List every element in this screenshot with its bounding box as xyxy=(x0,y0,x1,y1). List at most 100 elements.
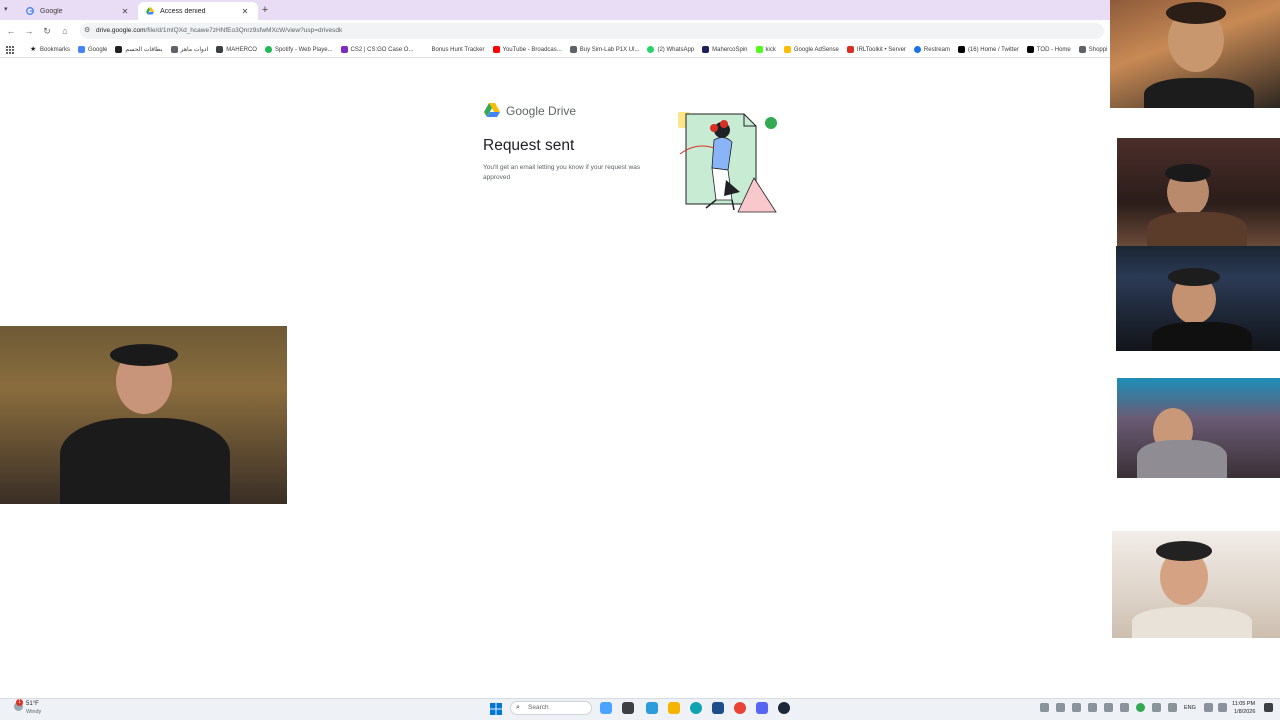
bookmark-item[interactable]: Google xyxy=(78,46,107,53)
kick-icon xyxy=(755,46,763,53)
volume-icon[interactable] xyxy=(1218,703,1227,712)
adsense-icon xyxy=(783,46,791,53)
notifications-icon[interactable] xyxy=(1264,703,1273,712)
google-drive-brand: Google Drive xyxy=(506,104,577,118)
back-arrow-icon[interactable]: ← xyxy=(4,24,18,38)
bookmark-item[interactable]: kick xyxy=(755,46,776,53)
bookmark-item[interactable]: Bonus Hunt Tracker xyxy=(421,46,485,53)
tray-app-icon[interactable] xyxy=(1040,703,1049,712)
clock-date[interactable]: 1/8/2026 xyxy=(1234,709,1255,715)
url-host: drive.google.com xyxy=(96,27,146,34)
bookmark-item[interactable]: YouTube - Broadcas... xyxy=(492,46,562,53)
bookmark-favicon-icon xyxy=(421,46,429,53)
bookmark-label: Restream xyxy=(923,46,950,53)
steam-icon[interactable] xyxy=(778,702,790,714)
bookmark-favicon-icon xyxy=(702,46,710,53)
close-tab-icon[interactable]: ✕ xyxy=(120,7,130,16)
bookmark-label: (2) WhatsApp xyxy=(657,46,695,53)
taskbar-search[interactable]: ⌕ Search xyxy=(510,701,592,715)
file-explorer-icon[interactable] xyxy=(668,702,680,714)
bookmark-item[interactable]: (2) WhatsApp xyxy=(647,46,694,53)
chrome-icon[interactable] xyxy=(734,702,746,714)
webcam-feed xyxy=(1112,531,1280,638)
weather-badge: 1 xyxy=(16,699,23,706)
tray-app-icon[interactable] xyxy=(1072,703,1081,712)
bookmark-favicon-icon xyxy=(340,46,348,53)
tray-app-icon[interactable] xyxy=(1104,703,1113,712)
site-info-icon[interactable]: ⚙ xyxy=(84,23,90,39)
bookmark-item[interactable]: IRLToolkit • Server xyxy=(846,46,906,53)
app-icon[interactable] xyxy=(646,702,658,714)
bookmark-label: Buy Sim-Lab P1X Ul... xyxy=(579,46,640,53)
bookmark-item[interactable]: بطاقات الحسم xyxy=(115,46,163,53)
bookmark-favicon-icon xyxy=(846,46,854,53)
star-icon: ★ xyxy=(30,46,37,53)
bookmark-label: TOD - Home xyxy=(1036,46,1071,53)
bookmark-favicon-icon xyxy=(216,46,224,53)
tab-google[interactable]: Google ✕ xyxy=(18,2,138,20)
page-title: Request sent xyxy=(483,137,575,154)
network-icon[interactable] xyxy=(1204,703,1213,712)
tray-app-icon[interactable] xyxy=(1120,703,1129,712)
tray-app-icon[interactable] xyxy=(1088,703,1097,712)
task-view-icon[interactable] xyxy=(622,702,634,714)
home-icon[interactable]: ⌂ xyxy=(58,24,72,38)
bookmark-label: MAHERCO xyxy=(226,46,257,53)
bookmark-item[interactable]: CS2 | CS:GO Case O... xyxy=(340,46,413,53)
clock-time[interactable]: 11:05 PM xyxy=(1232,701,1255,707)
tab-access-denied[interactable]: Access denied ✕ xyxy=(138,2,258,20)
tray-app-icon[interactable] xyxy=(1056,703,1065,712)
webcam-feed xyxy=(0,326,287,504)
webcam-feed xyxy=(1117,378,1280,478)
youtube-icon xyxy=(492,46,500,53)
url-path: /file/d/1mIQXd_hcawe7zHNfEo3Qnrz9sfwMXcW… xyxy=(145,27,343,34)
bookmark-label: Shoppi xyxy=(1088,46,1108,53)
bookmark-favicon-icon xyxy=(1026,46,1034,53)
bookmark-item[interactable]: Spotify - Web Playe... xyxy=(264,46,333,53)
restream-icon xyxy=(913,46,921,53)
reload-icon[interactable]: ↻ xyxy=(40,24,54,38)
forward-arrow-icon[interactable]: → xyxy=(22,24,36,38)
bookmark-label: Bonus Hunt Tracker xyxy=(431,46,485,53)
bookmark-item[interactable]: TOD - Home xyxy=(1026,46,1071,53)
bookmark-item[interactable]: ★ Bookmarks xyxy=(30,46,70,53)
bookmark-item[interactable]: Buy Sim-Lab P1X Ul... xyxy=(569,46,640,53)
tab-search-icon[interactable]: ▾ xyxy=(4,5,14,15)
bookmark-item[interactable]: Shoppi xyxy=(1078,46,1108,53)
bookmark-favicon-icon xyxy=(115,46,123,53)
widgets-icon[interactable] xyxy=(600,702,612,714)
bookmark-label: بطاقات الحسم xyxy=(125,47,163,53)
weather-temperature[interactable]: 51°F xyxy=(26,701,39,707)
bookmark-item[interactable]: MAHERCO xyxy=(216,46,257,53)
drive-icon xyxy=(146,7,154,15)
bookmark-item[interactable]: Google AdSense xyxy=(783,46,839,53)
store-icon[interactable] xyxy=(712,702,724,714)
tab-title: Google xyxy=(40,7,63,15)
bookmark-label: (16) Home / Twitter xyxy=(967,46,1019,53)
tab-strip: ▾ Google ✕ Access denied ✕ + xyxy=(0,0,1110,20)
bookmark-favicon-icon xyxy=(170,46,178,53)
close-tab-icon[interactable]: ✕ xyxy=(240,7,250,16)
apps-grid-icon[interactable] xyxy=(6,45,14,54)
edge-browser-icon[interactable] xyxy=(690,702,702,714)
windows-start-icon[interactable] xyxy=(490,702,502,715)
bookmark-favicon-icon xyxy=(1078,46,1086,53)
tray-app-icon[interactable] xyxy=(1136,703,1145,712)
weather-description[interactable]: Windy xyxy=(26,709,41,715)
spotify-icon xyxy=(264,46,272,53)
bookmark-item[interactable]: MahercoSpin xyxy=(702,46,748,53)
browser-toolbar: ← → ↻ ⌂ ⚙ drive.google.com/file/d/1mIQXd… xyxy=(0,20,1110,42)
address-bar[interactable]: ⚙ drive.google.com/file/d/1mIQXd_hcawe7z… xyxy=(80,23,1104,39)
bookmark-label: ادوات ماهر xyxy=(180,47,209,53)
new-tab-button[interactable]: + xyxy=(258,3,272,17)
bookmark-item[interactable]: Restream xyxy=(913,46,950,53)
bookmark-item[interactable]: (16) Home / Twitter xyxy=(957,46,1019,53)
microphone-icon[interactable] xyxy=(1168,703,1177,712)
tray-app-icon[interactable] xyxy=(1152,703,1161,712)
language-indicator[interactable]: ENG xyxy=(1184,705,1196,711)
discord-icon[interactable] xyxy=(756,702,768,714)
bookmark-label: Google xyxy=(88,46,108,53)
bookmark-label: MahercoSpin xyxy=(712,46,748,53)
bookmark-favicon-icon xyxy=(569,46,577,53)
bookmark-item[interactable]: ادوات ماهر xyxy=(170,46,209,53)
